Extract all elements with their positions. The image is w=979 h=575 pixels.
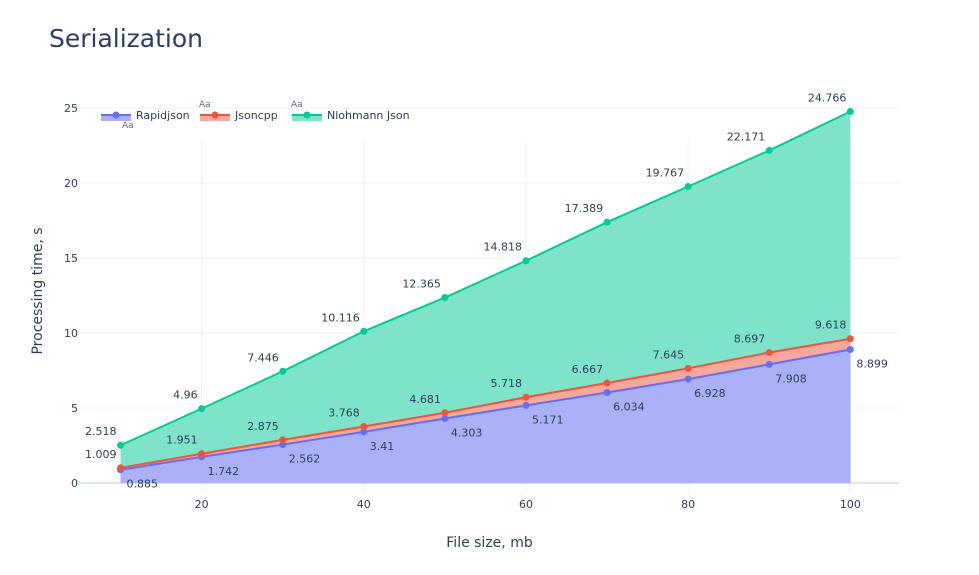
data-label: 2.518 — [85, 425, 117, 438]
data-point — [279, 436, 287, 444]
data-point — [846, 108, 854, 116]
data-point — [360, 327, 368, 335]
data-label: 12.365 — [402, 278, 441, 291]
data-label: 5.718 — [490, 377, 522, 390]
data-label: 1.951 — [166, 434, 198, 447]
data-point — [441, 294, 449, 302]
y-tick-label: 5 — [71, 402, 78, 415]
data-label: 22.171 — [727, 130, 766, 143]
data-label: 7.908 — [775, 372, 807, 385]
data-point — [765, 349, 773, 357]
legend-text-marker: Aa — [199, 100, 211, 110]
data-point — [684, 182, 692, 190]
data-point — [684, 364, 692, 372]
data-point — [117, 464, 125, 472]
data-point — [522, 257, 530, 265]
data-label: 7.446 — [247, 351, 279, 364]
data-label: 0.885 — [127, 478, 159, 491]
data-label: 5.171 — [532, 413, 564, 426]
legend-text-marker: Aa — [291, 100, 303, 110]
data-label: 4.681 — [409, 393, 441, 406]
data-point — [846, 346, 854, 354]
data-label: 19.767 — [646, 166, 685, 179]
data-label: 6.667 — [572, 363, 604, 376]
data-point — [522, 401, 530, 409]
data-point — [198, 450, 206, 458]
data-point — [441, 409, 449, 417]
legend-marker — [211, 111, 219, 119]
data-label: 4.303 — [451, 426, 483, 439]
x-tick-label: 60 — [519, 498, 533, 511]
data-label: 8.899 — [856, 358, 888, 371]
chart-svg: 20 40 60 80 100 0 5 10 15 20 25 File size, mb Proces… — [30, 92, 899, 551]
x-tick-label: 100 — [840, 498, 861, 511]
data-point — [117, 441, 125, 449]
x-tick-label: 80 — [681, 498, 695, 511]
data-label: 2.562 — [289, 453, 321, 466]
legend-marker — [303, 111, 311, 119]
data-point — [765, 146, 773, 154]
chart: Serialization 20 40 60 80 100 0 5 10 15 20 25 File … — [0, 0, 979, 575]
y-tick-label: 15 — [64, 252, 78, 265]
data-label: 17.389 — [565, 202, 604, 215]
data-label: 3.41 — [370, 440, 395, 453]
x-axis-title: File size, mb — [446, 535, 533, 551]
data-point — [279, 367, 287, 375]
data-label: 6.034 — [613, 400, 645, 413]
data-label: 24.766 — [808, 92, 847, 105]
data-label: 4.96 — [173, 389, 198, 402]
y-tick-label: 0 — [71, 477, 78, 490]
legend-text-marker: Aa — [122, 121, 134, 131]
data-label: 3.768 — [328, 406, 360, 419]
data-point — [765, 360, 773, 368]
legend-label: Rapidjson — [136, 109, 190, 122]
data-label: 8.697 — [734, 333, 766, 346]
y-tick-label: 20 — [64, 177, 78, 190]
data-point — [198, 405, 206, 413]
data-point — [684, 375, 692, 383]
y-tick-label: 10 — [64, 327, 78, 340]
data-label: 1.742 — [208, 465, 240, 478]
x-tick-label: 40 — [357, 498, 371, 511]
data-point — [603, 218, 611, 226]
data-label: 6.928 — [694, 387, 726, 400]
legend-label: Nlohmann Json — [327, 109, 410, 122]
data-label: 1.009 — [85, 448, 117, 461]
data-point — [603, 379, 611, 387]
y-axis-title: Processing time, s — [30, 227, 46, 354]
data-label: 2.875 — [247, 420, 279, 433]
data-point — [846, 335, 854, 343]
data-label: 7.645 — [653, 348, 685, 361]
legend-label: Jsoncpp — [234, 109, 278, 122]
data-label: 10.116 — [321, 311, 360, 324]
data-label: 14.818 — [483, 241, 522, 254]
legend-marker — [112, 111, 120, 119]
data-point — [603, 388, 611, 396]
y-tick-label: 25 — [64, 102, 78, 115]
data-point — [360, 422, 368, 430]
x-tick-label: 20 — [195, 498, 209, 511]
data-label: 9.618 — [815, 319, 847, 332]
data-point — [522, 393, 530, 401]
